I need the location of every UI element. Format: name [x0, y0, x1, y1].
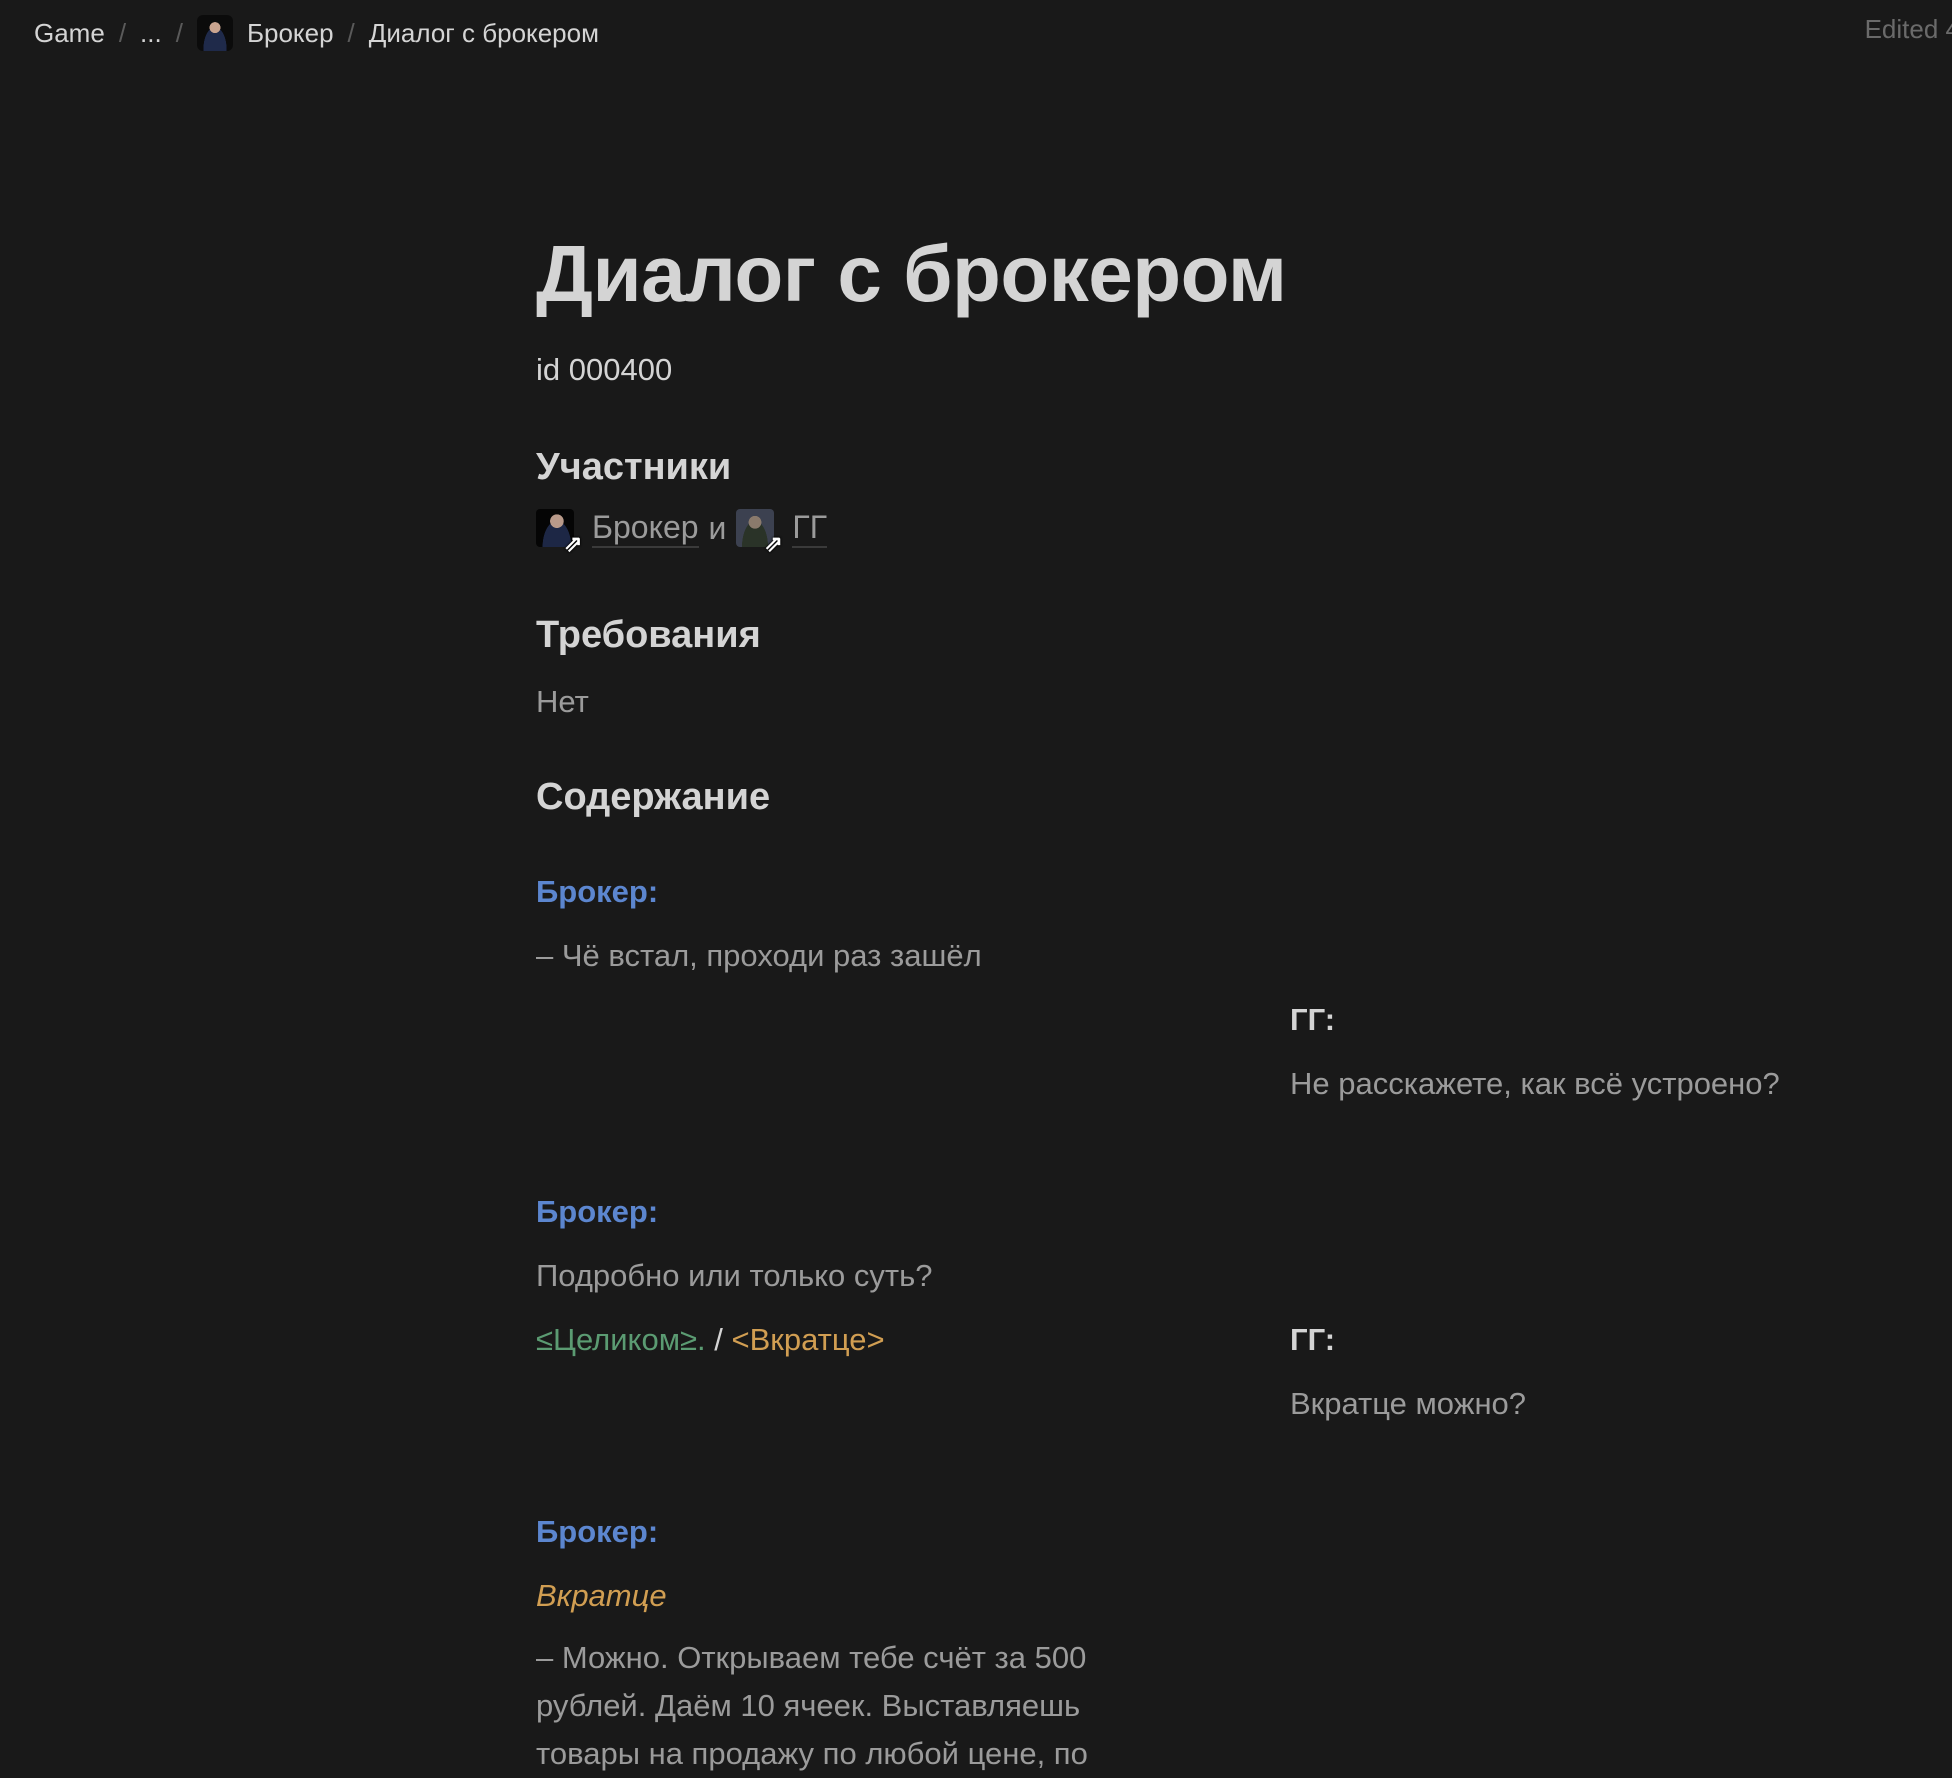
top-bar: Game / ... / Брокер / Диалог с брокером … [0, 0, 1952, 66]
speaker-label-gg: ГГ: [1290, 1322, 1336, 1357]
dialog-line: Подробно или только суть? [536, 1258, 933, 1293]
breadcrumb-item-current[interactable]: Диалог с брокером [369, 18, 599, 49]
participants-heading: Участники [536, 446, 732, 488]
breadcrumb: Game / ... / Брокер / Диалог с брокером [34, 15, 599, 51]
dialog-line: Вкратце можно? [1290, 1386, 1527, 1421]
link-arrow-icon: ⇗ [564, 531, 583, 556]
branch-label: Вкратце [536, 1578, 667, 1613]
dialog-line: Не расскажете, как всё устроено? [1290, 1066, 1780, 1101]
participant-link-gg[interactable]: ГГ [792, 508, 828, 548]
breadcrumb-item-game[interactable]: Game [34, 18, 105, 49]
requirements-value: Нет [536, 684, 589, 719]
dialog-options: ≤Целиком≥. / <Вкратце> [536, 1322, 885, 1358]
breadcrumb-separator: / [347, 17, 355, 48]
speaker-label-broker: Брокер: [536, 1514, 659, 1549]
link-arrow-icon: ⇗ [764, 531, 783, 556]
gg-avatar-icon: ⇗ [736, 509, 783, 555]
option-separator: / [714, 1322, 723, 1357]
breadcrumb-separator: / [175, 17, 183, 48]
speaker-label-broker: Брокер: [536, 1194, 659, 1229]
option-short[interactable]: <Вкратце> [732, 1322, 885, 1357]
dialog-line: – Чё встал, проходи раз зашёл [536, 938, 982, 973]
requirements-heading: Требования [536, 614, 761, 656]
broker-avatar-icon [196, 15, 233, 51]
speaker-label-gg: ГГ: [1290, 1002, 1336, 1037]
option-full[interactable]: ≤Целиком≥. [536, 1322, 706, 1357]
breadcrumb-item-ellipsis[interactable]: ... [140, 18, 162, 49]
breadcrumb-separator: / [118, 17, 127, 48]
speaker-label-broker: Брокер: [536, 874, 659, 909]
participant-link-broker[interactable]: Брокер [592, 508, 699, 548]
breadcrumb-item-broker[interactable]: Брокер [196, 15, 334, 51]
content-heading: Содержание [536, 776, 771, 818]
broker-avatar-icon: ⇗ [536, 509, 582, 555]
participants-conjunction: и [708, 509, 727, 546]
dialog-id: id 000400 [536, 352, 673, 387]
edited-timestamp[interactable]: Edited 4 [1865, 14, 1952, 45]
participants-list: ⇗ Брокер и ⇗ ГГ [536, 508, 828, 555]
breadcrumb-item-label: Брокер [246, 17, 334, 48]
dialog-paragraph: – Можно. Открываем тебе счёт за 500 рубл… [536, 1640, 1088, 1771]
page-title: Диалог с брокером [536, 229, 1287, 318]
